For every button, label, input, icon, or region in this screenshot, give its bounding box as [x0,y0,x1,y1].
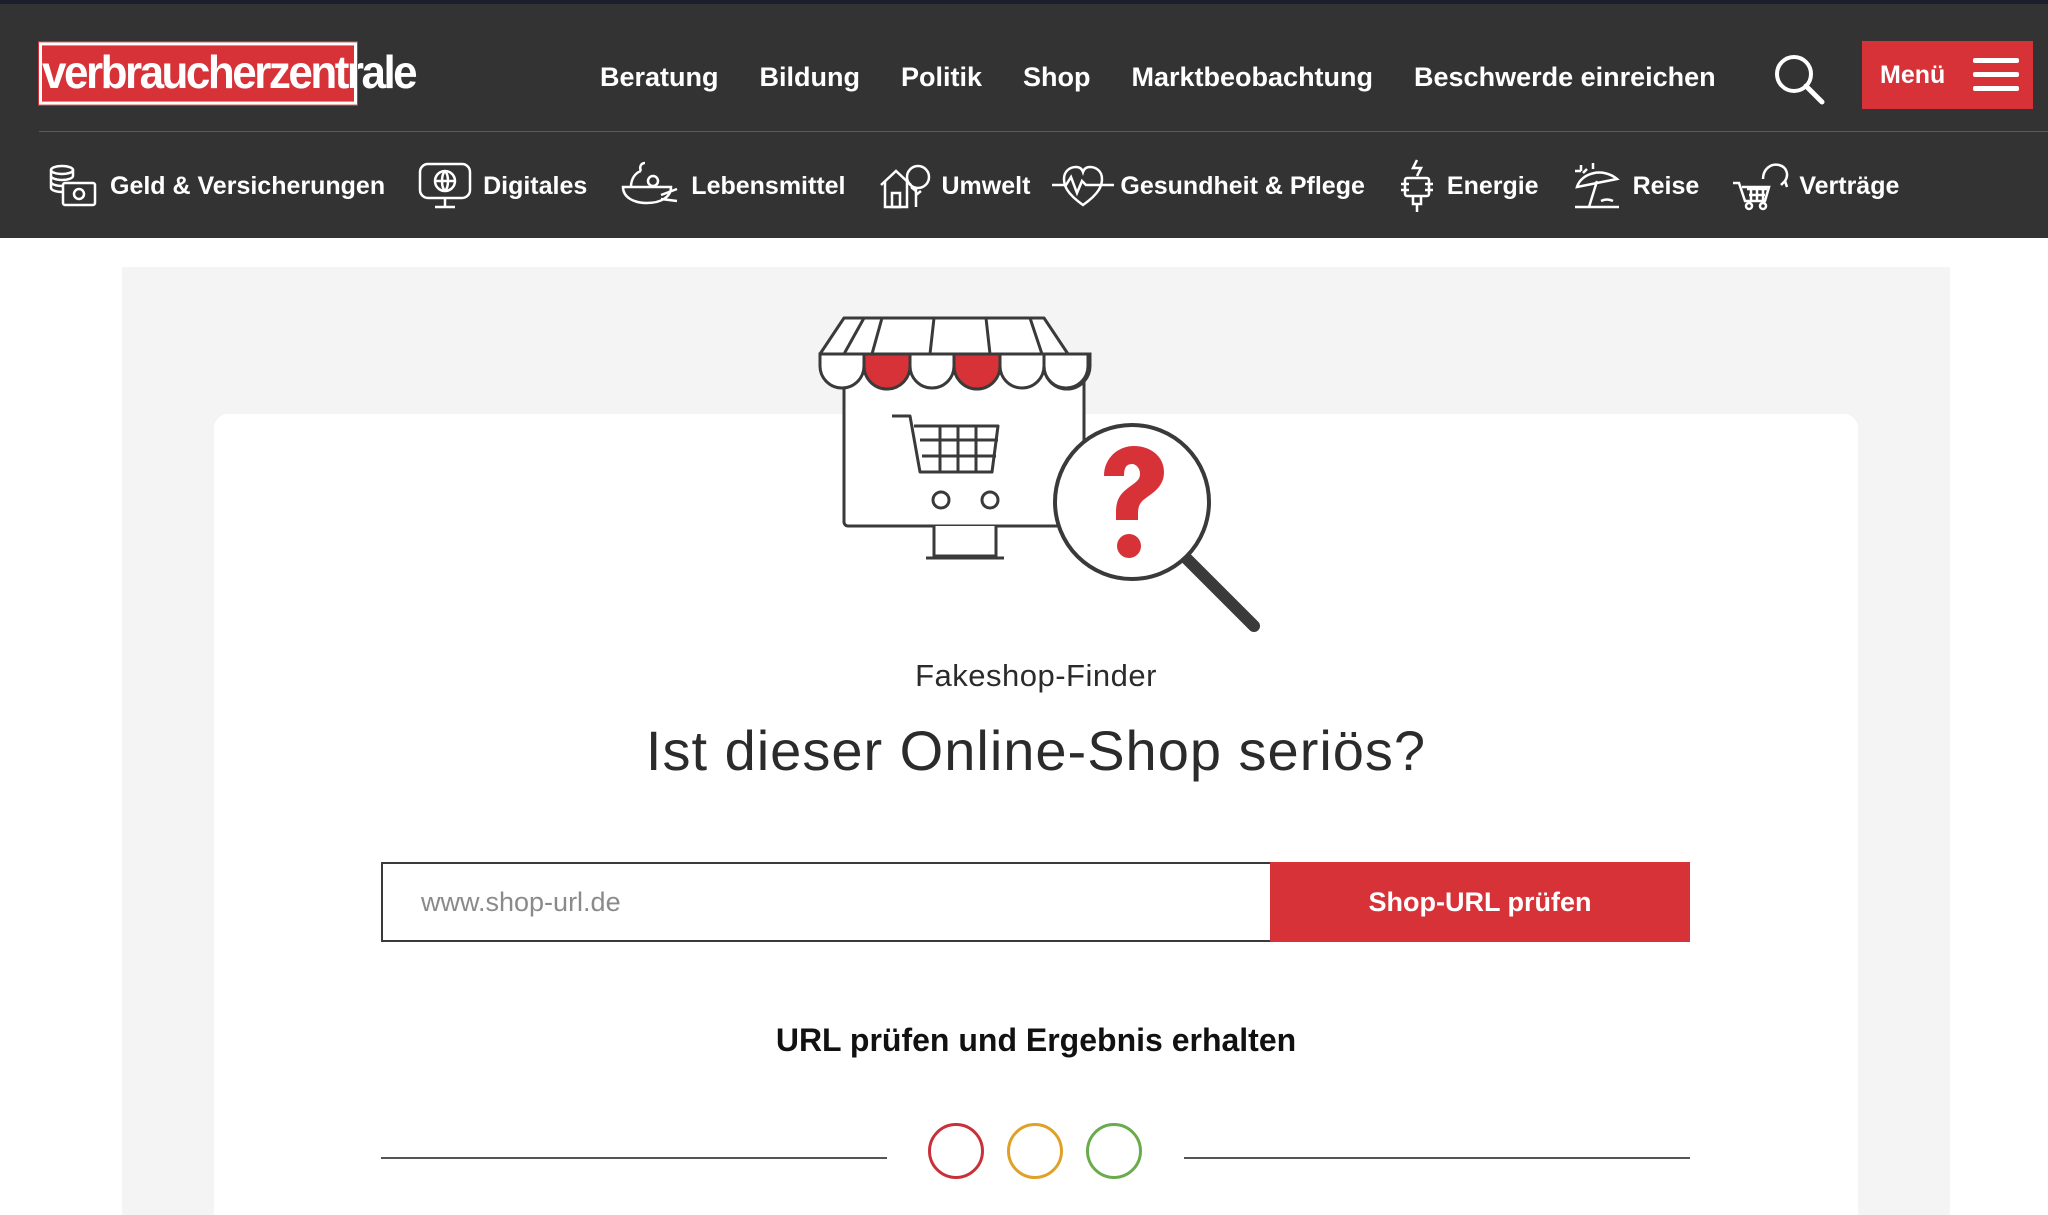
nav-link-beschwerde[interactable]: Beschwerde einreichen [1414,62,1716,93]
topic-gesundheit-pflege[interactable]: Gesundheit & Pflege [1050,161,1365,211]
plug-icon [1400,159,1433,212]
site-logo[interactable]: verbraucherzentrale [38,41,418,106]
divider-right [1184,1157,1690,1159]
topic-label: Verträge [1799,171,1900,200]
finder-eyebrow: Fakeshop-Finder [915,658,1157,693]
nav-link-shop[interactable]: Shop [1023,62,1091,93]
monitor-globe-icon [418,162,472,209]
site-header: verbraucherzentrale Beratung Bildung Pol… [0,0,2048,238]
topic-lebensmittel[interactable]: Lebensmittel [619,161,846,211]
shop-url-input[interactable] [381,862,1270,942]
hamburger-icon [1973,58,2020,92]
topic-label: Digitales [483,171,588,200]
topic-digitales[interactable]: Digitales [417,161,587,211]
house-tree-icon [879,164,930,209]
nav-link-politik[interactable]: Politik [901,62,982,93]
menu-button[interactable]: Menü [1862,41,2033,109]
food-bowl-icon [622,161,678,205]
topic-reise[interactable]: Reise [1571,161,1700,211]
beach-umbrella-icon [1574,163,1620,209]
topic-label: Reise [1632,171,1700,200]
topic-label: Gesundheit & Pflege [1120,171,1365,200]
header-divider [39,131,2048,132]
search-icon [1775,55,1825,105]
nav-link-marktbeobachtung[interactable]: Marktbeobachtung [1132,62,1374,93]
result-title: URL prüfen und Ergebnis erhalten [775,1022,1297,1058]
search-button[interactable] [1770,50,1830,110]
topic-label: Geld & Versicherungen [110,171,386,200]
main-nav: Beratung Bildung Politik Shop Marktbeoba… [600,52,1716,102]
shop-magnifier-question-icon [818,316,1260,632]
nav-link-beratung[interactable]: Beratung [600,62,719,93]
finder-headline: Ist dieser Online-Shop seriös? [645,719,1427,782]
money-coins-icon [49,164,97,207]
nav-link-bildung[interactable]: Bildung [760,62,860,93]
topic-label: Lebensmittel [691,171,846,200]
topic-umwelt[interactable]: Umwelt [878,161,1031,211]
topic-energie[interactable]: Energie [1397,158,1539,214]
status-circle-green [1086,1123,1142,1179]
topic-vertraege[interactable]: Verträge [1731,161,1899,211]
topic-label: Umwelt [941,171,1031,200]
topic-label: Energie [1446,171,1539,200]
divider-left [381,1157,887,1159]
status-circle-red [928,1123,984,1179]
status-circle-yellow [1007,1123,1063,1179]
heartbeat-icon [1052,165,1115,207]
topic-nav: Geld & Versicherungen Digitales Lebensmi… [46,152,1931,220]
check-url-button[interactable]: Shop-URL prüfen [1270,862,1690,942]
topic-geld-versicherungen[interactable]: Geld & Versicherungen [46,161,385,211]
cart-return-icon [1733,163,1789,211]
menu-label: Menü [1880,60,1946,89]
